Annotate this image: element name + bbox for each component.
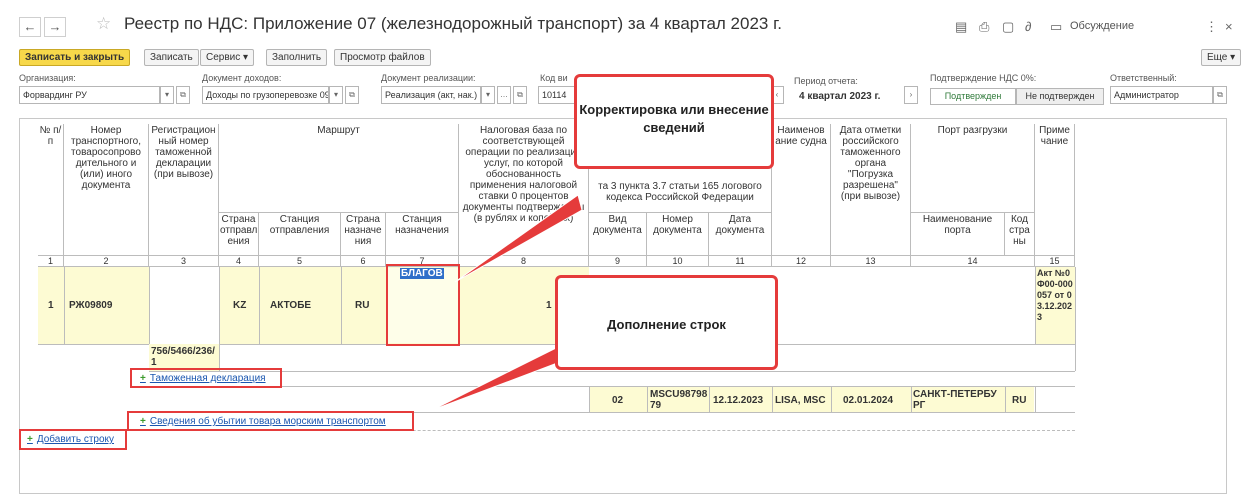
callout-addition: Дополнение строк — [555, 275, 778, 370]
callout-correction: Корректировка или внесение сведений — [574, 74, 774, 169]
